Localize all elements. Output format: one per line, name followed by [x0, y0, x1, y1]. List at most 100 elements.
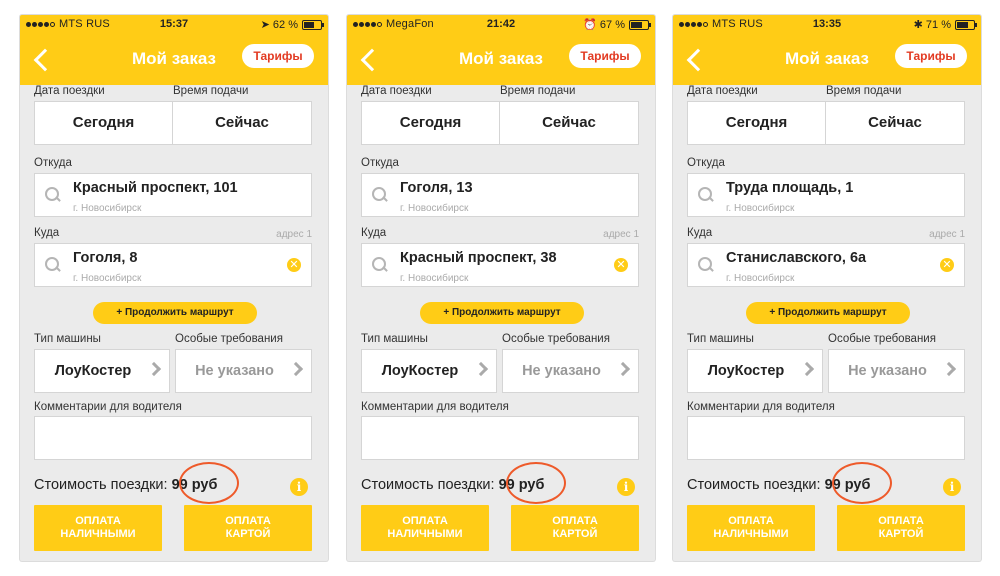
pay-card-button[interactable]: ОПЛАТА КАРТОЙ: [837, 505, 965, 551]
battery-icon: [955, 20, 977, 30]
from-address-field[interactable]: Гоголя, 13 г. Новосибирск: [361, 173, 639, 217]
date-selector[interactable]: Сегодня: [35, 102, 173, 144]
from-address: Труда площадь, 1: [726, 180, 854, 196]
status-bar: MegaFon 21:42 ⏰ 67 %: [347, 15, 655, 35]
info-icon[interactable]: i: [617, 478, 635, 496]
comment-field[interactable]: [361, 416, 639, 460]
date-time-selector: Сегодня Сейчас: [34, 101, 312, 145]
to-hint: адрес 1: [929, 229, 965, 240]
car-type-select[interactable]: ЛоуКостер: [361, 349, 497, 393]
from-city: г. Новосибирск: [73, 203, 142, 214]
status-right: ✱ 71 %: [913, 19, 951, 31]
phone-screen: MegaFon 21:42 ⏰ 67 % Мой заказ Тарифы Да…: [347, 15, 655, 561]
status-right: ⏰ 67 %: [583, 19, 625, 31]
requirements-value: Не указано: [195, 363, 274, 379]
from-address: Красный проспект, 101: [73, 180, 238, 196]
from-label: Откуда: [34, 157, 72, 169]
continue-route-button[interactable]: + Продолжить маршрут: [420, 302, 584, 324]
info-icon[interactable]: i: [943, 478, 961, 496]
clear-icon[interactable]: ✕: [940, 258, 954, 272]
requirements-value: Не указано: [522, 363, 601, 379]
search-icon: [698, 187, 712, 201]
search-icon: [45, 257, 59, 271]
cost-label: Стоимость поездки:: [361, 477, 495, 493]
car-type-value: ЛоуКостер: [381, 363, 459, 379]
from-address-field[interactable]: Труда площадь, 1 г. Новосибирск: [687, 173, 965, 217]
time-selector[interactable]: Сейчас: [500, 102, 638, 144]
pay-cash-button[interactable]: ОПЛАТА НАЛИЧНЫМИ: [687, 505, 815, 551]
nav-bar: Мой заказ Тарифы: [347, 35, 655, 85]
date-label: Дата поездки: [687, 85, 758, 97]
info-icon[interactable]: i: [290, 478, 308, 496]
to-city: г. Новосибирск: [726, 273, 795, 284]
status-bar: MTS RUS 13:35 ✱ 71 %: [673, 15, 981, 35]
to-address-field[interactable]: Красный проспект, 38 г. Новосибирск ✕: [361, 243, 639, 287]
to-address-field[interactable]: Гоголя, 8 г. Новосибирск ✕: [34, 243, 312, 287]
to-label: Куда: [361, 227, 387, 239]
tariffs-button[interactable]: Тарифы: [895, 44, 967, 68]
time-selector[interactable]: Сейчас: [173, 102, 311, 144]
to-address: Красный проспект, 38: [400, 250, 557, 266]
pay-card-button[interactable]: ОПЛАТА КАРТОЙ: [184, 505, 312, 551]
status-right: ➤ 62 %: [260, 19, 298, 31]
nav-bar: Мой заказ Тарифы: [673, 35, 981, 85]
from-address: Гоголя, 13: [400, 180, 473, 196]
time-label: Время подачи: [173, 85, 249, 97]
search-icon: [45, 187, 59, 201]
to-label: Куда: [687, 227, 713, 239]
search-icon: [698, 257, 712, 271]
to-hint: адрес 1: [603, 229, 639, 240]
requirements-label: Особые требования: [502, 333, 610, 345]
comment-label: Комментарии для водителя: [687, 401, 835, 413]
pay-cash-button[interactable]: ОПЛАТА НАЛИЧНЫМИ: [34, 505, 162, 551]
battery-icon: [302, 20, 324, 30]
from-label: Откуда: [687, 157, 725, 169]
requirements-select[interactable]: Не указано: [175, 349, 312, 393]
tariffs-button[interactable]: Тарифы: [569, 44, 641, 68]
comment-label: Комментарии для водителя: [34, 401, 182, 413]
clear-icon[interactable]: ✕: [614, 258, 628, 272]
to-address: Станиславского, 6а: [726, 250, 867, 266]
date-label: Дата поездки: [34, 85, 105, 97]
pay-cash-button[interactable]: ОПЛАТА НАЛИЧНЫМИ: [361, 505, 489, 551]
price-highlight-ring: [179, 462, 239, 504]
requirements-value: Не указано: [848, 363, 927, 379]
cost-label: Стоимость поездки:: [34, 477, 168, 493]
price-highlight-ring: [506, 462, 566, 504]
comment-label: Комментарии для водителя: [361, 401, 509, 413]
from-city: г. Новосибирск: [726, 203, 795, 214]
continue-route-button[interactable]: + Продолжить маршрут: [746, 302, 910, 324]
to-label: Куда: [34, 227, 60, 239]
time-label: Время подачи: [826, 85, 902, 97]
comment-field[interactable]: [687, 416, 965, 460]
requirements-label: Особые требования: [828, 333, 936, 345]
car-type-select[interactable]: ЛоуКостер: [34, 349, 170, 393]
tariffs-button[interactable]: Тарифы: [242, 44, 314, 68]
date-time-selector: Сегодня Сейчас: [687, 101, 965, 145]
battery-icon: [629, 20, 651, 30]
phone-screen: MTS RUS 13:35 ✱ 71 % Мой заказ Тарифы Да…: [673, 15, 981, 561]
car-type-label: Тип машины: [361, 333, 428, 345]
search-icon: [372, 187, 386, 201]
pay-card-button[interactable]: ОПЛАТА КАРТОЙ: [511, 505, 639, 551]
to-address-field[interactable]: Станиславского, 6а г. Новосибирск ✕: [687, 243, 965, 287]
cost-label: Стоимость поездки:: [687, 477, 821, 493]
date-selector[interactable]: Сегодня: [362, 102, 500, 144]
car-type-select[interactable]: ЛоуКостер: [687, 349, 823, 393]
search-icon: [372, 257, 386, 271]
requirements-select[interactable]: Не указано: [828, 349, 965, 393]
to-city: г. Новосибирск: [400, 273, 469, 284]
from-city: г. Новосибирск: [400, 203, 469, 214]
nav-bar: Мой заказ Тарифы: [20, 35, 328, 85]
requirements-select[interactable]: Не указано: [502, 349, 639, 393]
requirements-label: Особые требования: [175, 333, 283, 345]
date-selector[interactable]: Сегодня: [688, 102, 826, 144]
from-address-field[interactable]: Красный проспект, 101 г. Новосибирск: [34, 173, 312, 217]
comment-field[interactable]: [34, 416, 312, 460]
clear-icon[interactable]: ✕: [287, 258, 301, 272]
price-highlight-ring: [832, 462, 892, 504]
time-selector[interactable]: Сейчас: [826, 102, 964, 144]
to-city: г. Новосибирск: [73, 273, 142, 284]
car-type-label: Тип машины: [34, 333, 101, 345]
continue-route-button[interactable]: + Продолжить маршрут: [93, 302, 257, 324]
